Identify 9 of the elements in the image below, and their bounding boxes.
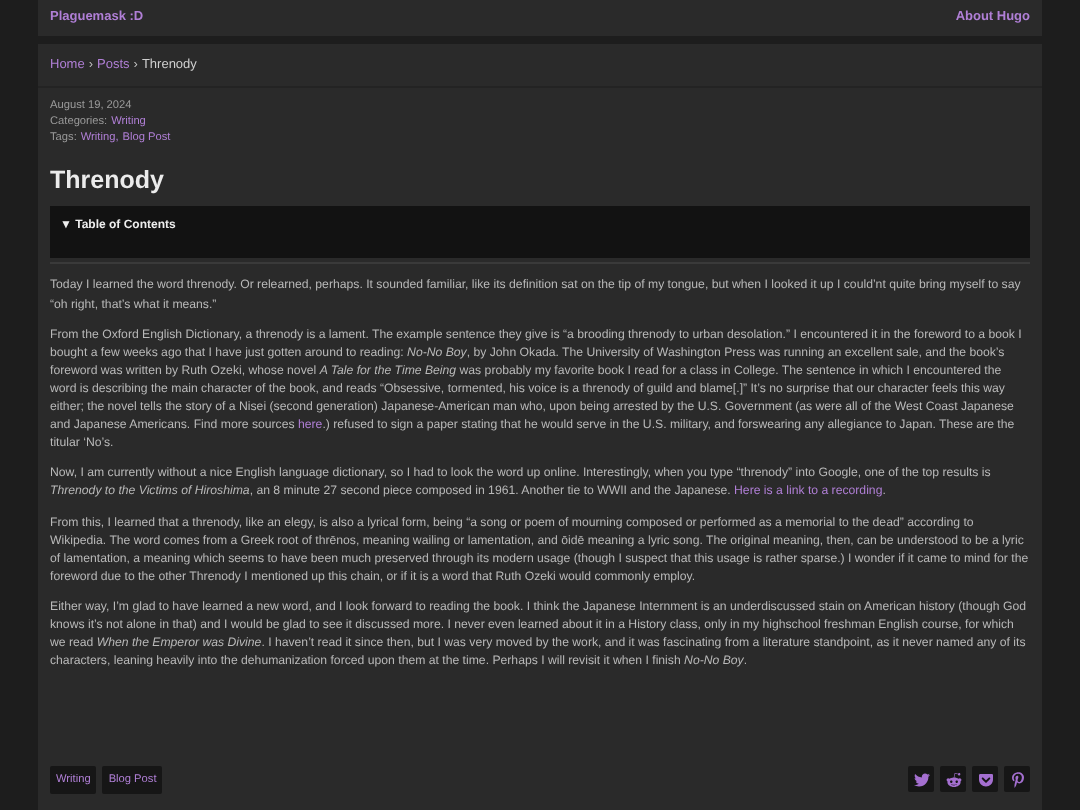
share-button[interactable] [908,766,934,793]
share-button[interactable] [940,766,966,793]
alien-icon [945,771,961,788]
pinterest-icon [1009,771,1025,788]
pocket-icon [977,771,993,788]
bird-icon [913,771,929,788]
post-title: Threnody [48,163,166,198]
share-button[interactable] [972,766,998,793]
share-button[interactable] [1004,766,1030,793]
